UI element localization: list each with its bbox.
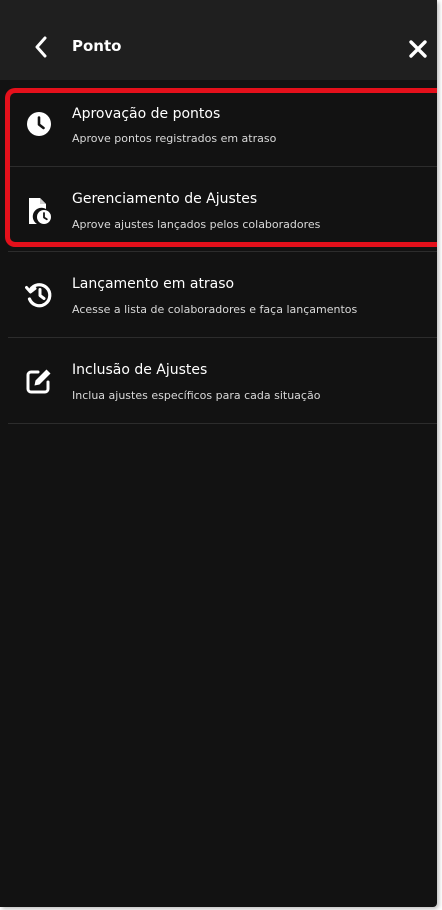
page-title: Ponto	[72, 37, 122, 55]
menu-item-description: Aprove pontos registrados em atraso	[72, 132, 277, 145]
menu-item-label: Inclusão de Ajustes	[72, 362, 208, 378]
divider	[8, 423, 437, 424]
menu-item-gerenciamento-de-ajustes[interactable]: Gerenciamento de Ajustes Aprove ajustes …	[0, 167, 437, 251]
menu-item-description: Aprove ajustes lançados pelos colaborado…	[72, 218, 321, 231]
screenshot-frame: Ponto Aprovação de pontos Aprove pontos …	[0, 0, 442, 910]
file-clock-icon	[24, 196, 54, 226]
menu-item-label: Lançamento em atraso	[72, 276, 235, 292]
history-icon	[24, 280, 54, 310]
close-icon	[409, 40, 427, 58]
edit-icon	[24, 366, 54, 396]
menu-item-lancamento-em-atraso[interactable]: Lançamento em atraso Acesse a lista de c…	[0, 252, 437, 337]
clock-icon	[24, 109, 54, 139]
menu-item-inclusao-de-ajustes[interactable]: Inclusão de Ajustes Inclua ajustes espec…	[0, 338, 437, 423]
menu-item-description: Inclua ajustes específicos para cada sit…	[72, 389, 321, 402]
menu-item-description: Acesse a lista de colaboradores e faça l…	[72, 303, 358, 316]
app-screen: Ponto Aprovação de pontos Aprove pontos …	[0, 0, 437, 907]
close-button[interactable]	[403, 34, 433, 64]
app-header: Ponto	[0, 0, 437, 80]
menu-item-label: Gerenciamento de Ajustes	[72, 191, 258, 207]
chevron-left-icon	[35, 36, 47, 58]
menu-item-aprovacao-de-pontos[interactable]: Aprovação de pontos Aprove pontos regist…	[0, 92, 437, 166]
back-button[interactable]	[28, 30, 54, 64]
menu-item-label: Aprovação de pontos	[72, 106, 221, 122]
